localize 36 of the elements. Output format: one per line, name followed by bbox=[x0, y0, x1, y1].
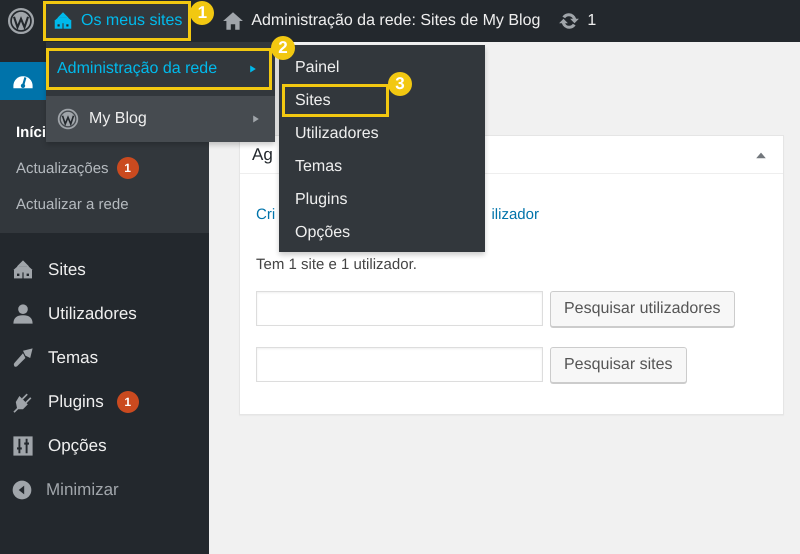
updates-link[interactable]: 1 bbox=[549, 1, 606, 41]
my-sites-menu[interactable]: Os meus sites bbox=[43, 1, 192, 41]
menu-item[interactable]: My Blog bbox=[46, 96, 275, 142]
link[interactable]: ilizador bbox=[491, 206, 539, 223]
menu-item[interactable]: Administração da rede bbox=[46, 48, 272, 90]
submenu-item[interactable]: Plugins bbox=[282, 183, 389, 216]
wordpress-logo-icon bbox=[7, 7, 35, 35]
submenu-item[interactable]: Utilizadores bbox=[282, 117, 389, 150]
sliders-icon bbox=[11, 434, 35, 458]
summary-text: Tem 1 site e 1 utilizador. bbox=[256, 256, 418, 273]
submenu-item[interactable]: Opções bbox=[282, 216, 389, 249]
search-field[interactable] bbox=[256, 291, 543, 326]
submenu-link[interactable]: Actualizar a rede bbox=[0, 186, 209, 222]
submenu-item[interactable]: Temas bbox=[282, 150, 389, 183]
callout-number: 3 bbox=[388, 72, 412, 96]
menu-link[interactable]: Utilizadores bbox=[48, 304, 137, 324]
menu-link[interactable]: Plugins bbox=[48, 392, 104, 412]
collapse-icon bbox=[11, 479, 33, 501]
submenu-item[interactable]: Sites bbox=[282, 84, 389, 117]
menu-link[interactable]: Temas bbox=[48, 348, 98, 368]
home-icon bbox=[222, 10, 244, 32]
search-button[interactable]: Pesquisar utilizadores bbox=[550, 291, 735, 327]
menu-link[interactable]: Sites bbox=[48, 260, 86, 280]
callout-number: 1 bbox=[190, 1, 214, 25]
search-field[interactable] bbox=[256, 347, 543, 382]
paintbrush-icon bbox=[11, 346, 35, 370]
submenu-link[interactable]: Actualizações bbox=[16, 160, 109, 176]
widget-title: Ag bbox=[252, 144, 274, 164]
person-icon bbox=[11, 302, 35, 326]
count-badge: 1 bbox=[116, 157, 139, 179]
link[interactable]: Cri bbox=[256, 206, 276, 223]
wordpress-logo-icon bbox=[57, 108, 79, 130]
menu-link[interactable]: Opções bbox=[48, 436, 107, 456]
count-badge: 1 bbox=[116, 391, 139, 413]
collapse-menu-link[interactable]: Minimizar bbox=[46, 480, 119, 500]
search-button[interactable]: Pesquisar sites bbox=[550, 347, 686, 383]
